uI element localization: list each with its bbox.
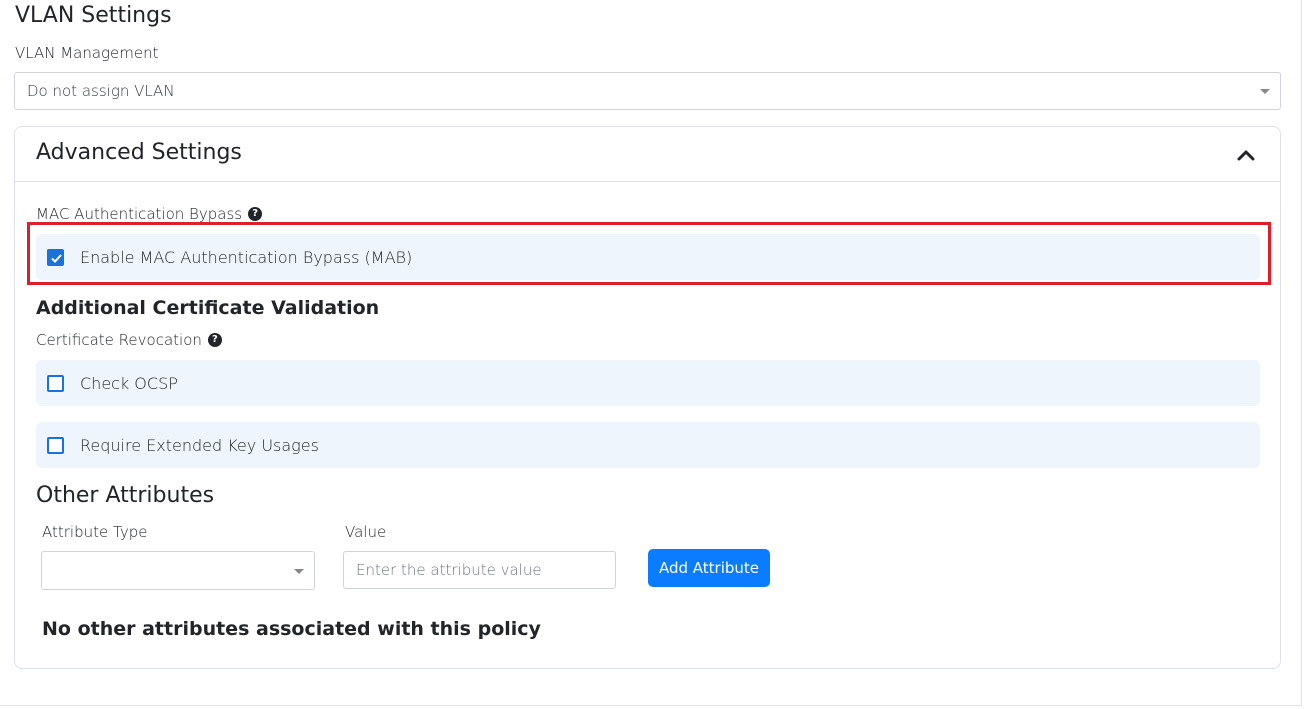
check-ocsp-row[interactable]: Check OCSP [36, 360, 1260, 406]
extended-key-usages-checkbox[interactable] [47, 437, 64, 454]
certificate-revocation-label: Certificate Revocation ? [36, 331, 222, 349]
mab-checkbox[interactable] [47, 249, 64, 266]
attribute-value-input[interactable] [343, 551, 616, 589]
vlan-management-select[interactable]: Do not assign VLAN [14, 72, 1281, 110]
attribute-type-label: Attribute Type [42, 523, 148, 541]
no-attributes-message: No other attributes associated with this… [42, 618, 541, 640]
question-circle-icon[interactable]: ? [207, 333, 222, 347]
advanced-settings-title: Advanced Settings [36, 140, 242, 165]
caret-down-icon [294, 568, 304, 574]
other-attributes-heading: Other Attributes [36, 483, 215, 508]
question-circle-icon[interactable]: ? [248, 207, 263, 221]
certificate-validation-heading: Additional Certificate Validation [36, 297, 380, 319]
attribute-type-select[interactable] [41, 551, 315, 590]
mab-checkbox-row[interactable]: Enable MAC Authentication Bypass (MAB) [36, 234, 1260, 280]
certificate-revocation-text: Certificate Revocation [36, 331, 202, 349]
attribute-value-label: Value [345, 523, 387, 541]
vlan-management-value: Do not assign VLAN [27, 82, 175, 100]
caret-down-icon [1260, 89, 1270, 94]
vlan-settings-title: VLAN Settings [15, 3, 172, 28]
advanced-settings-header[interactable]: Advanced Settings [15, 127, 1280, 182]
checkmark-icon [51, 254, 62, 263]
vlan-management-label: VLAN Management [15, 44, 159, 62]
check-ocsp-label: Check OCSP [80, 373, 178, 393]
add-attribute-button[interactable]: Add Attribute [648, 549, 770, 587]
check-ocsp-checkbox[interactable] [47, 375, 64, 392]
mab-section-label: MAC Authentication Bypass ? [36, 205, 263, 223]
chevron-up-icon[interactable] [1236, 145, 1256, 165]
mab-checkbox-label: Enable MAC Authentication Bypass (MAB) [80, 247, 413, 267]
extended-key-usages-row[interactable]: Require Extended Key Usages [36, 422, 1260, 468]
advanced-settings-card: Advanced Settings MAC Authentication Byp… [14, 126, 1281, 669]
extended-key-usages-label: Require Extended Key Usages [80, 435, 319, 455]
mab-label-text: MAC Authentication Bypass [36, 205, 243, 223]
